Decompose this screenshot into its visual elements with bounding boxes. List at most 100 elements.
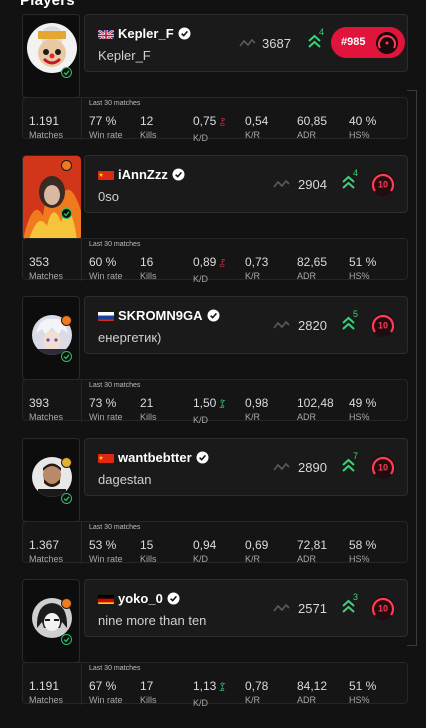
player-card[interactable]: yoko_0 nine more than ten 2571 3 10 Last… bbox=[22, 579, 408, 719]
kd-up-icon: ⯙ bbox=[219, 683, 226, 692]
adr-stat: 82,65 ADR bbox=[297, 255, 327, 281]
player-nickname-link[interactable]: wantbebtter bbox=[118, 450, 209, 465]
player-nickname[interactable]: wantbebtter bbox=[118, 450, 192, 465]
elo-value: 2571 bbox=[298, 601, 327, 616]
verified-shield-icon bbox=[61, 206, 72, 219]
kr-label: K/R bbox=[245, 271, 261, 281]
player-nickname-link[interactable]: iAnnZzz bbox=[118, 167, 185, 182]
svg-text:10: 10 bbox=[378, 463, 388, 473]
player-card[interactable]: Kepler_F Kepler_F 3687 4 #985 Last 30 ma… bbox=[22, 14, 408, 154]
elo-delta: 3 bbox=[353, 592, 359, 602]
level-10-icon[interactable]: 10 bbox=[370, 454, 396, 480]
level-10-icon[interactable]: 10 bbox=[370, 312, 396, 338]
player-nickname[interactable]: yoko_0 bbox=[118, 591, 163, 606]
elo-value: 2820 bbox=[298, 318, 327, 333]
matches-stat: 1.191 Matches bbox=[29, 679, 63, 705]
trend-icon bbox=[273, 462, 290, 471]
avatar[interactable] bbox=[22, 155, 81, 240]
kr-value: 0,78 bbox=[245, 679, 269, 693]
verified-shield-icon bbox=[61, 349, 72, 362]
svg-text:10: 10 bbox=[378, 180, 388, 190]
trend-icon bbox=[273, 179, 290, 188]
kd-down-icon: ⯛ bbox=[219, 118, 226, 127]
level-gauge-icon bbox=[376, 32, 398, 54]
matches-stat: 1.367 Matches bbox=[29, 538, 63, 564]
avatar[interactable] bbox=[22, 14, 80, 98]
kills-label: Kills bbox=[140, 271, 157, 281]
matches-stat: 1.191 Matches bbox=[29, 114, 63, 140]
winrate-value: 53 % bbox=[89, 538, 117, 552]
matches-stat: 353 Matches bbox=[29, 255, 63, 281]
kd-value: 1,50 bbox=[193, 396, 217, 410]
matches-label: Matches bbox=[29, 554, 64, 564]
elo-value: 3687 bbox=[262, 36, 291, 51]
section-title: Players bbox=[20, 0, 75, 9]
player-subtitle: nine more than ten bbox=[98, 613, 207, 628]
player-subtitle: Kepler_F bbox=[98, 48, 151, 63]
adr-label: ADR bbox=[297, 695, 317, 705]
player-nickname-link[interactable]: yoko_0 bbox=[118, 591, 180, 606]
player-nickname[interactable]: Kepler_F bbox=[118, 26, 174, 41]
matches-label: Matches bbox=[29, 412, 64, 422]
winrate-stat: 77 % Win rate bbox=[89, 114, 123, 140]
kr-value: 0,73 bbox=[245, 255, 269, 269]
trend-icon bbox=[273, 320, 290, 329]
player-header: SKROMN9GA енергетик) 2820 5 10 bbox=[84, 296, 408, 354]
player-nickname[interactable]: iAnnZzz bbox=[118, 167, 168, 182]
kd-stat: 1,13 ⯙ K/D bbox=[193, 679, 225, 708]
player-card[interactable]: SKROMN9GA енергетик) 2820 5 10 Last 30 m… bbox=[22, 296, 408, 436]
kr-label: K/R bbox=[245, 695, 261, 705]
hs-value: 58 % bbox=[349, 538, 377, 552]
player-card[interactable]: iAnnZzz 0so 2904 4 10 Last 30 matches 35… bbox=[22, 155, 408, 295]
avatar[interactable] bbox=[22, 438, 80, 522]
kills-value: 12 bbox=[140, 114, 154, 128]
kd-value: 1,13 bbox=[193, 679, 217, 693]
last-30-label: Last 30 matches bbox=[89, 241, 141, 248]
kills-value: 21 bbox=[140, 396, 154, 410]
kr-stat: 0,69 K/R bbox=[245, 538, 268, 564]
adr-stat: 60,85 ADR bbox=[297, 114, 327, 140]
last-30-label: Last 30 matches bbox=[89, 665, 141, 672]
avatar[interactable] bbox=[22, 579, 80, 663]
last-30-label: Last 30 matches bbox=[89, 524, 141, 531]
level-badge-icon bbox=[61, 457, 72, 468]
player-nickname-link[interactable]: Kepler_F bbox=[118, 26, 191, 41]
adr-value: 72,81 bbox=[297, 538, 328, 552]
elo-value: 2890 bbox=[298, 460, 327, 475]
winrate-label: Win rate bbox=[89, 412, 123, 422]
player-header: yoko_0 nine more than ten 2571 3 10 bbox=[84, 579, 408, 637]
flag-gb-icon bbox=[98, 28, 114, 39]
stats-panel: Last 30 matches 1.191 Matches 67 % Win rat… bbox=[22, 662, 408, 708]
bracket-tick bbox=[407, 645, 417, 646]
rank-badge[interactable]: #985 bbox=[331, 27, 405, 58]
kills-label: Kills bbox=[140, 695, 157, 705]
hs-label: HS% bbox=[349, 412, 370, 422]
last-30-label: Last 30 matches bbox=[89, 382, 141, 389]
player-card[interactable]: wantbebtter dagestan 2890 7 10 Last 30 m… bbox=[22, 438, 408, 578]
adr-value: 60,85 bbox=[297, 114, 328, 128]
svg-text:10: 10 bbox=[378, 604, 388, 614]
avatar[interactable] bbox=[22, 296, 80, 380]
player-nickname-link[interactable]: SKROMN9GA bbox=[118, 308, 220, 323]
stats-panel: Last 30 matches 1.191 Matches 77 % Win rat… bbox=[22, 97, 408, 143]
kr-stat: 0,78 K/R bbox=[245, 679, 268, 705]
verified-check-icon bbox=[196, 451, 209, 464]
adr-label: ADR bbox=[297, 554, 317, 564]
flag-ru-icon bbox=[98, 310, 114, 321]
winrate-stat: 73 % Win rate bbox=[89, 396, 123, 422]
hs-label: HS% bbox=[349, 554, 370, 564]
winrate-label: Win rate bbox=[89, 695, 123, 705]
stats-panel: Last 30 matches 353 Matches 60 % Win rate … bbox=[22, 238, 408, 284]
level-badge-icon bbox=[61, 315, 72, 326]
winrate-value: 73 % bbox=[89, 396, 117, 410]
fire-avatar bbox=[23, 156, 81, 240]
player-nickname[interactable]: SKROMN9GA bbox=[118, 308, 203, 323]
elo-delta: 4 bbox=[319, 27, 325, 37]
kr-value: 0,54 bbox=[245, 114, 269, 128]
matches-value: 1.191 bbox=[29, 679, 60, 693]
level-10-icon[interactable]: 10 bbox=[370, 171, 396, 197]
kr-value: 0,69 bbox=[245, 538, 269, 552]
kd-down-icon: ⯛ bbox=[219, 259, 226, 268]
level-10-icon[interactable]: 10 bbox=[370, 595, 396, 621]
kd-label: K/D bbox=[193, 554, 209, 564]
